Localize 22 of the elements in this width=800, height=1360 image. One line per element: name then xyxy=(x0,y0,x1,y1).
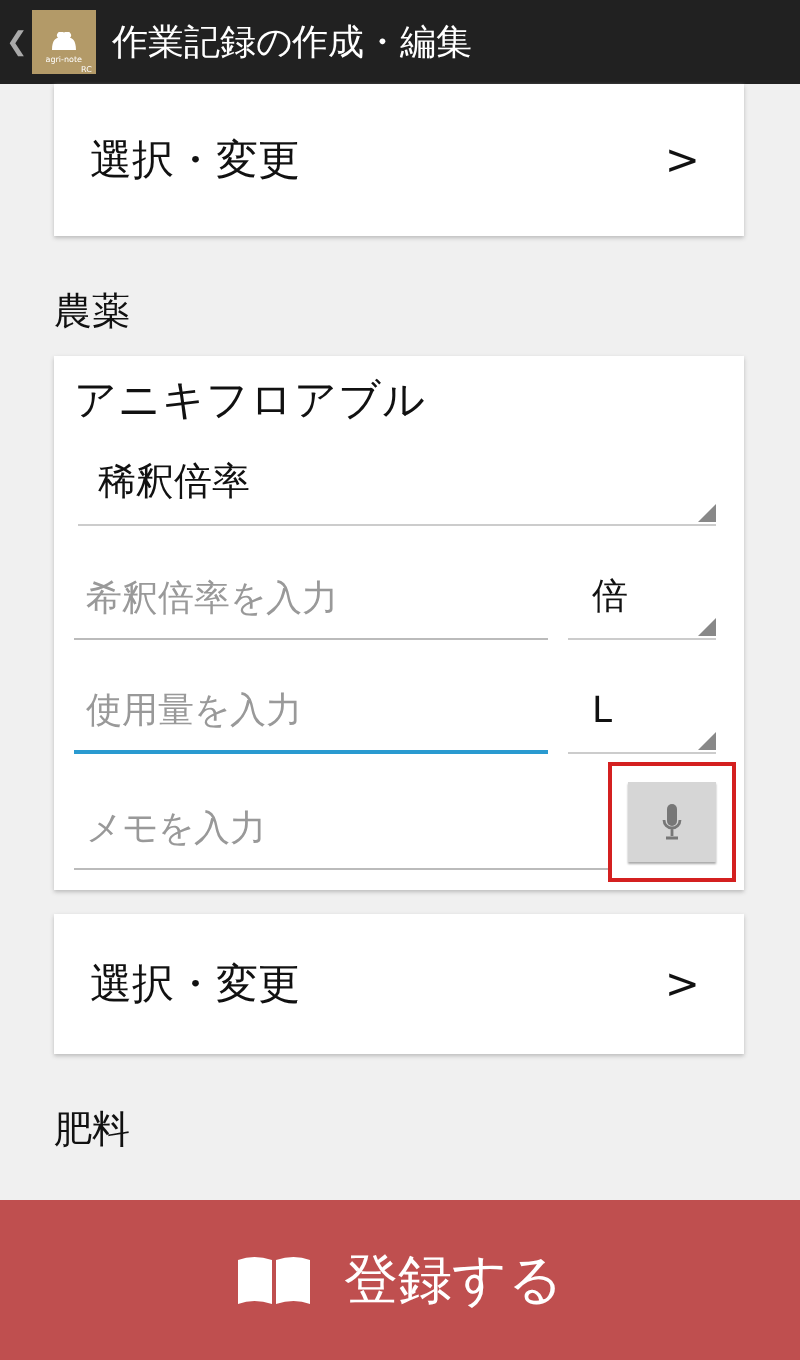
chevron-icon: > xyxy=(664,960,700,1008)
chevron-icon: > xyxy=(664,136,700,184)
screen-title: 作業記録の作成・編集 xyxy=(111,20,472,66)
book-icon xyxy=(236,1254,312,1306)
section-heading: 肥料 xyxy=(54,1106,132,1156)
dilution-dropdown[interactable]: 稀釈倍率 xyxy=(78,440,716,526)
register-button[interactable]: 登録する xyxy=(0,1200,800,1360)
back-icon[interactable]: ❮ xyxy=(6,27,28,57)
select-label: 選択・変更 xyxy=(90,134,300,188)
select-change-button[interactable]: 選択・変更 > xyxy=(54,914,744,1054)
section-heading: 農薬 xyxy=(54,288,132,338)
unit-dropdown[interactable]: L xyxy=(568,668,716,754)
microphone-icon xyxy=(662,804,682,840)
frog-icon xyxy=(49,32,78,52)
text-field[interactable]: 使用量を入力 xyxy=(74,670,548,754)
memo-field[interactable]: メモを入力 xyxy=(74,788,612,870)
product-name: アニキフロアブル xyxy=(74,374,428,428)
select-label: 選択・変更 xyxy=(90,958,300,1012)
text-field[interactable]: 希釈倍率を入力 xyxy=(74,558,548,640)
select-change-button[interactable]: 選択・変更 > xyxy=(54,84,744,236)
microphone-button[interactable] xyxy=(628,782,716,862)
unit-dropdown[interactable]: 倍 xyxy=(568,554,716,640)
